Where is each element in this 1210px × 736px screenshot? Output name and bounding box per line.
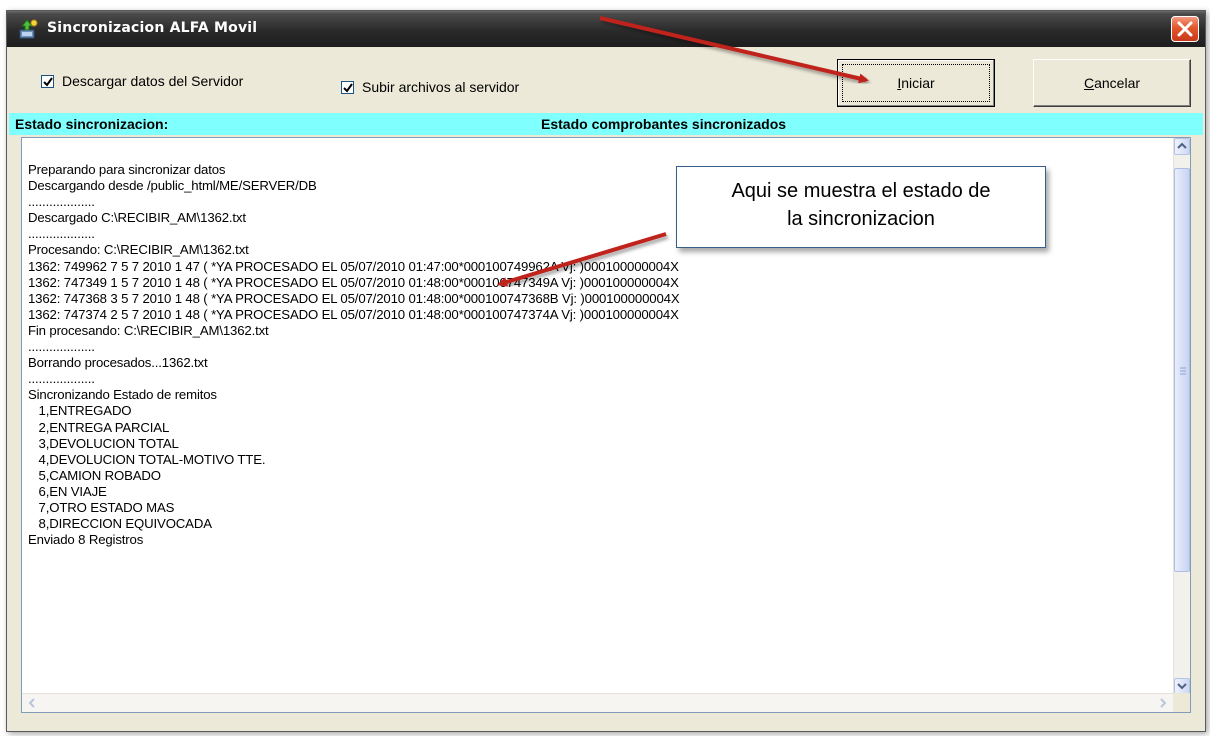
log-line: Descargado C:\RECIBIR_AM\1362.txt — [28, 210, 246, 226]
log-line: Procesando: C:\RECIBIR_AM\1362.txt — [28, 242, 249, 258]
sync-dialog-window: Sincronizacion ALFA Movil Descargar dato… — [6, 10, 1206, 732]
cancel-button-label: Cancelar — [1084, 75, 1140, 91]
upload-files-label: Subir archivos al servidor — [362, 79, 520, 95]
log-line: 6,EN VIAJE — [28, 483, 107, 499]
log-line: Fin procesando: C:\RECIBIR_AM\1362.txt — [28, 322, 269, 338]
log-line: 4,DEVOLUCION TOTAL-MOTIVO TTE. — [28, 451, 266, 467]
scroll-up-button[interactable] — [1174, 138, 1190, 155]
horizontal-scrollbar[interactable] — [22, 693, 1173, 712]
scrollbar-corner — [1173, 693, 1190, 712]
grip-icon — [1180, 367, 1186, 375]
log-line: 1362: 749962 7 5 7 2010 1 47 ( *YA PROCE… — [28, 258, 679, 274]
app-icon — [17, 19, 39, 39]
chevron-up-icon — [1177, 142, 1187, 149]
sync-status-label: Estado sincronizacion: — [15, 116, 169, 132]
scroll-thumb[interactable] — [1174, 168, 1190, 572]
close-icon — [1177, 21, 1193, 37]
log-line: Borrando procesados...1362.txt — [28, 355, 208, 371]
log-line: 1,ENTREGADO — [28, 403, 132, 419]
checkbox-box[interactable] — [341, 80, 354, 94]
annotation-callout: Aqui se muestra el estado de la sincroni… — [676, 166, 1046, 248]
chevron-left-icon — [28, 698, 35, 708]
close-button[interactable] — [1171, 16, 1199, 42]
chevron-right-icon — [1160, 698, 1167, 708]
title-bar[interactable]: Sincronizacion ALFA Movil — [7, 11, 1205, 47]
window-title: Sincronizacion ALFA Movil — [47, 20, 258, 36]
download-data-checkbox[interactable]: Descargar datos del Servidor — [41, 73, 243, 89]
log-line: 8,DIRECCION EQUIVOCADA — [28, 516, 212, 532]
receipts-status-label: Estado comprobantes sincronizados — [541, 116, 787, 132]
toolbar: Descargar datos del Servidor Subir archi… — [7, 47, 1205, 113]
log-line: Sincronizando Estado de remitos — [28, 387, 217, 403]
log-line: 7,OTRO ESTADO MAS — [28, 499, 175, 515]
upload-files-checkbox[interactable]: Subir archivos al servidor — [341, 79, 519, 95]
cancel-label-rest: ancelar — [1094, 75, 1141, 91]
focus-rect — [842, 64, 990, 102]
log-line: 1362: 747368 3 5 7 2010 1 48 ( *YA PROCE… — [28, 290, 680, 306]
status-header-bar: Estado sincronizacion: Estado comprobant… — [9, 113, 1203, 135]
scroll-right-button[interactable] — [1154, 695, 1171, 711]
chevron-down-icon — [1177, 683, 1187, 690]
vertical-scrollbar[interactable] — [1173, 138, 1190, 695]
log-line: ................... — [28, 339, 95, 355]
log-line: Enviado 8 Registros — [28, 532, 144, 548]
log-line: Preparando para sincronizar datos — [28, 162, 226, 177]
log-line: ................... — [28, 226, 95, 242]
log-line: 1362: 747374 2 5 7 2010 1 48 ( *YA PROCE… — [28, 306, 679, 322]
log-line: 2,ENTREGA PARCIAL — [28, 419, 170, 435]
log-line: ................... — [28, 194, 95, 210]
log-line: 3,DEVOLUCION TOTAL — [28, 435, 179, 451]
scroll-left-button[interactable] — [24, 695, 41, 711]
log-line: ................... — [28, 371, 95, 387]
checkmark-icon — [343, 82, 353, 93]
cancel-button[interactable]: Cancelar — [1033, 59, 1191, 107]
log-line: Descargando desde /public_html/ME/SERVER… — [28, 178, 317, 194]
start-button[interactable]: Iniciar — [837, 59, 995, 107]
cancel-mnemonic: C — [1083, 75, 1095, 91]
log-lines: Preparando para sincronizar datos Descarg… — [28, 162, 680, 548]
checkmark-icon — [43, 76, 53, 87]
log-line: 1362: 747349 1 5 7 2010 1 48 ( *YA PROCE… — [28, 274, 679, 290]
checkbox-box[interactable] — [41, 74, 54, 88]
download-data-label: Descargar datos del Servidor — [62, 73, 244, 89]
callout-line-2: la sincronizacion — [787, 208, 935, 230]
log-line: 5,CAMION ROBADO — [28, 467, 161, 483]
callout-line-1: Aqui se muestra el estado de — [731, 180, 991, 202]
